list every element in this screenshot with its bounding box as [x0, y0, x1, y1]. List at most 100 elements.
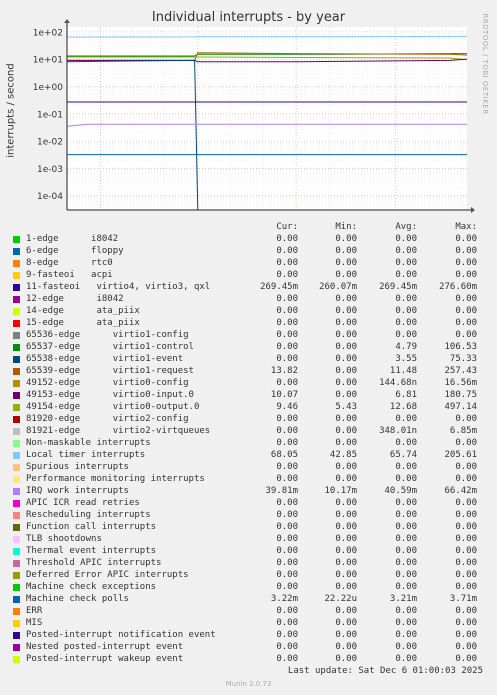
legend: 1-edge i8042 0.00 0.00 0.00 0.00 6-edge flopp…: [0, 234, 497, 666]
legend-cur-value: 0.00: [276, 330, 298, 340]
legend-avg-value: 0.00: [395, 642, 417, 652]
legend-cur-value: 0.00: [276, 498, 298, 508]
legend-min-value: 0.00: [335, 390, 357, 400]
legend-avg-value: 0.00: [395, 606, 417, 616]
legend-label: 8-edge rtc0: [26, 258, 113, 268]
legend-avg-value: 144.68n: [379, 378, 417, 388]
legend-label: Nested posted-interrupt event: [26, 642, 184, 652]
legend-avg-value: 0.00: [395, 570, 417, 580]
legend-swatch: [13, 272, 20, 279]
legend-label: 65536-edge virtio1-config: [26, 330, 189, 340]
legend-max-value: 0.00: [455, 258, 477, 268]
legend-row: 8-edge rtc0 0.00 0.00 0.00 0.00: [0, 258, 497, 270]
y-tick-label: 1e+02: [33, 28, 63, 38]
legend-avg-value: 4.79: [395, 342, 417, 352]
legend-swatch: [13, 416, 20, 423]
legend-label: 6-edge floppy: [26, 246, 124, 256]
legend-label: Rescheduling interrupts: [26, 510, 151, 520]
legend-avg-value: 0.00: [395, 546, 417, 556]
legend-cur-value: 0.00: [276, 582, 298, 592]
legend-label: IRQ work interrupts: [26, 486, 129, 496]
legend-max-value: 0.00: [455, 654, 477, 664]
legend-avg-value: 0.00: [395, 522, 417, 532]
legend-label: APIC ICR read retries: [26, 498, 140, 508]
legend-cur-value: 269.45m: [260, 282, 298, 292]
legend-row: 65538-edge virtio1-event 0.00 0.00 3.55 75.3…: [0, 354, 497, 366]
legend-row: 12-edge i8042 0.00 0.00 0.00 0.00: [0, 294, 497, 306]
legend-min-value: 0.00: [335, 582, 357, 592]
legend-cur-value: 0.00: [276, 462, 298, 472]
legend-row: 65536-edge virtio1-config 0.00 0.00 0.00 0.0…: [0, 330, 497, 342]
legend-min-value: 0.00: [335, 474, 357, 484]
legend-cur-value: 0.00: [276, 606, 298, 616]
legend-label: Thermal event interrupts: [26, 546, 157, 556]
y-tick-label: 1e-03: [37, 165, 63, 175]
legend-max-value: 0.00: [455, 306, 477, 316]
legend-row: 65539-edge virtio1-request 13.82 0.00 11.48…: [0, 366, 497, 378]
y-axis-label: interrupts / second: [5, 63, 17, 158]
legend-cur-value: 0.00: [276, 294, 298, 304]
legend-cur-value: 0.00: [276, 378, 298, 388]
legend-swatch: [13, 524, 20, 531]
legend-label: 49154-edge virtio0-output.0: [26, 402, 200, 412]
legend-min-value: 0.00: [335, 618, 357, 628]
legend-swatch: [13, 476, 20, 483]
legend-avg-value: 0.00: [395, 474, 417, 484]
legend-row: Deferred Error APIC interrupts 0.00 0.00 0.…: [0, 570, 497, 582]
legend-label: Local timer interrupts: [26, 450, 146, 460]
legend-min-value: 0.00: [335, 414, 357, 424]
legend-swatch: [13, 452, 20, 459]
legend-label: 49152-edge virtio0-config: [26, 378, 189, 388]
legend-min-value: 0.00: [335, 318, 357, 328]
legend-max-value: 0.00: [455, 294, 477, 304]
legend-min-value: 22.22u: [324, 594, 357, 604]
legend-swatch: [13, 404, 20, 411]
legend-row: 6-edge floppy 0.00 0.00 0.00 0.00: [0, 246, 497, 258]
legend-label: Spurious interrupts: [26, 462, 129, 472]
legend-min-value: 0.00: [335, 294, 357, 304]
legend-max-value: 0.00: [455, 570, 477, 580]
legend-max-value: 497.14: [444, 402, 477, 412]
legend-label: 65537-edge virtio1-control: [26, 342, 194, 352]
legend-min-value: 0.00: [335, 642, 357, 652]
legend-label: Machine check polls: [26, 594, 129, 604]
legend-max-value: 66.42m: [444, 486, 477, 496]
legend-max-value: 0.00: [455, 234, 477, 244]
last-update: Last update: Sat Dec 6 01:00:03 2025: [287, 666, 483, 676]
legend-label: 1-edge i8042: [26, 234, 119, 244]
legend-swatch: [13, 344, 20, 351]
legend-max-value: 16.56m: [444, 378, 477, 388]
legend-avg-value: 0.00: [395, 246, 417, 256]
y-tick-label: 1e+00: [33, 83, 64, 93]
legend-row: TLB shootdowns 0.00 0.00 0.00 0.00: [0, 534, 497, 546]
legend-label: Posted-interrupt notification event: [26, 630, 216, 640]
legend-min-value: 0.00: [335, 366, 357, 376]
legend-cur-value: 0.00: [276, 558, 298, 568]
legend-min-value: 0.00: [335, 234, 357, 244]
y-tick-label: 1e-04: [37, 192, 63, 202]
legend-cur-value: 0.00: [276, 354, 298, 364]
legend-min-value: 0.00: [335, 558, 357, 568]
legend-cur-value: 0.00: [276, 246, 298, 256]
legend-avg-value: 269.45m: [379, 282, 417, 292]
legend-cur-value: 0.00: [276, 258, 298, 268]
legend-header-avg: Avg:: [395, 222, 417, 232]
legend-max-value: 0.00: [455, 330, 477, 340]
legend-label: ERR: [26, 606, 43, 616]
legend-max-value: 0.00: [455, 618, 477, 628]
legend-avg-value: 65.74: [389, 450, 417, 460]
legend-max-value: 0.00: [455, 270, 477, 280]
legend-row: Nested posted-interrupt event 0.00 0.00 0.0…: [0, 642, 497, 654]
legend-label: 11-fasteoi virtio4, virtio3, qxl: [26, 282, 211, 292]
legend-max-value: 0.00: [455, 642, 477, 652]
legend-max-value: 75.33: [449, 354, 477, 364]
x-axis-arrow: [471, 207, 475, 213]
legend-min-value: 0.00: [335, 510, 357, 520]
legend-header-cur: Cur:: [276, 222, 298, 232]
legend-cur-value: 0.00: [276, 438, 298, 448]
munin-version: Munin 2.0.73: [225, 680, 272, 688]
legend-min-value: 0.00: [335, 606, 357, 616]
chart-title: Individual interrupts - by year: [151, 10, 346, 25]
legend-label: 49153-edge virtio0-input.0: [26, 390, 194, 400]
legend-avg-value: 3.55: [395, 354, 417, 364]
